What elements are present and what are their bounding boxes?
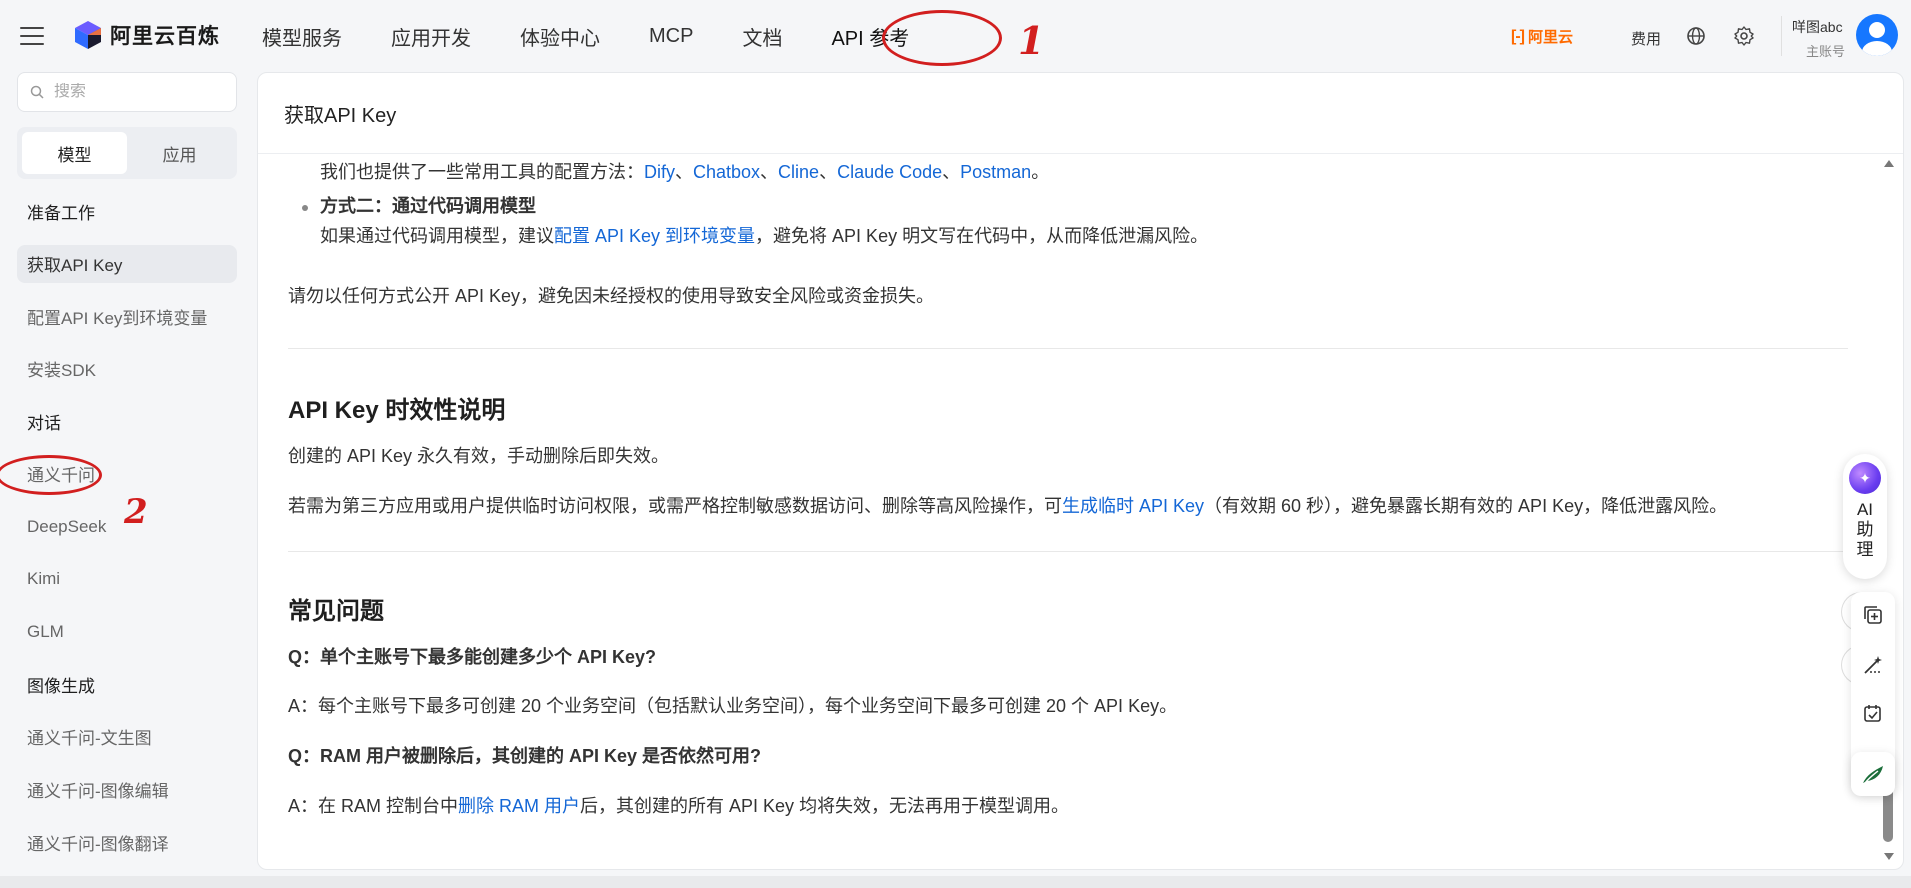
- sidebar-item-kimi[interactable]: Kimi: [17, 560, 237, 598]
- method2-text-a: 如果通过代码调用模型，建议: [320, 226, 554, 246]
- sep: 、: [760, 162, 779, 182]
- copy-add-icon[interactable]: [1862, 604, 1884, 626]
- main-panel: 获取API Key 我们也提供了一些常用工具的配置方法：Dify、Chatbox…: [257, 72, 1904, 870]
- faq-q1: Q：单个主账号下最多能创建多少个 API Key?: [288, 647, 657, 667]
- method2-title: 方式二：通过代码调用模型: [320, 196, 536, 216]
- sidebar-item-config-env[interactable]: 配置API Key到环境变量: [17, 297, 237, 335]
- nav-model-service[interactable]: 模型服务: [262, 0, 342, 72]
- period: 。: [1031, 162, 1050, 182]
- sep: 、: [819, 162, 838, 182]
- sep: 、: [942, 162, 961, 182]
- user-avatar-icon: [1862, 22, 1892, 56]
- method2-paragraph: 如果通过代码调用模型，建议配置 API Key 到环境变量，避免将 API Ke…: [320, 223, 1208, 249]
- avatar[interactable]: [1856, 14, 1898, 56]
- validity-p2-text-b: （有效期 60 秒），避免暴露长期有效的 API Key，降低泄露风险。: [1204, 496, 1728, 516]
- leaf-icon: [1863, 766, 1883, 784]
- page-title: 获取API Key: [258, 73, 1903, 154]
- faq-a2: A：在 RAM 控制台中删除 RAM 用户后，其创建的所有 API Key 均将…: [288, 793, 1069, 819]
- link-cline[interactable]: Cline: [778, 162, 819, 182]
- faq-heading: 常见问题: [288, 598, 384, 625]
- top-bar: 阿里云百炼 模型服务 应用开发 体验中心 MCP 文档 API 参考 1 [-]…: [0, 0, 1911, 72]
- nav-docs[interactable]: 文档: [742, 0, 782, 72]
- faq-a2-text-a: A：在 RAM 控制台中: [288, 796, 459, 816]
- user-name[interactable]: 咩图abc: [1792, 17, 1843, 37]
- brand-logo[interactable]: 阿里云百炼: [74, 20, 220, 50]
- link-delete-ram-user[interactable]: 删除 RAM 用户: [458, 796, 580, 816]
- calendar-check-icon[interactable]: [1862, 702, 1884, 724]
- tools-intro: 我们也提供了一些常用工具的配置方法：: [320, 162, 644, 182]
- globe-icon[interactable]: [1685, 25, 1707, 47]
- sidebar-item-qwen[interactable]: 通义千问: [17, 455, 237, 493]
- search-icon: [30, 85, 44, 99]
- segment-app[interactable]: 应用: [127, 132, 232, 174]
- method2-text-b: ，避免将 API Key 明文写在代码中，从而降低泄漏风险。: [755, 226, 1209, 246]
- window-bottom-bar: [0, 876, 1911, 888]
- sep: 、: [675, 162, 693, 182]
- aliyun-badge[interactable]: [-] 阿里云: [1511, 26, 1573, 47]
- user-role: 主账号: [1806, 44, 1846, 59]
- nav-mcp[interactable]: MCP: [649, 0, 693, 72]
- segment-model[interactable]: 模型: [22, 132, 127, 174]
- validity-p2: 若需为第三方应用或用户提供临时访问权限，或需严格控制敏感数据访问、删除等高风险操…: [288, 493, 1727, 519]
- sidebar-item-qwen-image-translate[interactable]: 通义千问-图像翻译: [17, 823, 237, 861]
- sidebar-item-deepseek[interactable]: DeepSeek: [17, 508, 237, 546]
- nav-experience-center[interactable]: 体验中心: [520, 0, 600, 72]
- sidebar-item-glm[interactable]: GLM: [17, 613, 237, 651]
- link-config-env[interactable]: 配置 API Key 到环境变量: [554, 226, 755, 246]
- sidebar-item-install-sdk[interactable]: 安装SDK: [17, 350, 237, 388]
- sidebar-group-prep[interactable]: 准备工作: [17, 192, 237, 230]
- aliyun-logo-icon: [-]: [1511, 27, 1525, 45]
- faq-a2-text-b: 后，其创建的所有 API Key 均将失效，无法再用于模型调用。: [580, 796, 1070, 816]
- sidebar-item-qwen-image-edit[interactable]: 通义千问-图像编辑: [17, 771, 237, 809]
- scroll-up-arrow-icon[interactable]: [1884, 160, 1894, 167]
- faq-a1: A：每个主账号下最多可创建 20 个业务空间（包括默认业务空间），每个业务空间下…: [288, 696, 1178, 716]
- link-chatbox[interactable]: Chatbox: [693, 162, 760, 182]
- segment-control: 模型 应用: [17, 127, 237, 179]
- validity-p2-text-a: 若需为第三方应用或用户提供临时访问权限，或需严格控制敏感数据访问、删除等高风险操…: [288, 496, 1062, 516]
- menu-icon[interactable]: [20, 27, 44, 45]
- sidebar: 模型 应用 准备工作 获取API Key 配置API Key到环境变量 安装SD…: [0, 72, 254, 882]
- sidebar-group-image-gen[interactable]: 图像生成: [17, 665, 237, 703]
- gear-icon[interactable]: [1733, 25, 1755, 47]
- link-dify[interactable]: Dify: [644, 162, 675, 182]
- validity-heading: API Key 时效性说明: [288, 397, 506, 424]
- top-nav: 模型服务 应用开发 体验中心 MCP 文档 API 参考: [262, 0, 909, 72]
- nav-api-reference[interactable]: API 参考: [831, 0, 909, 72]
- sidebar-item-get-api-key[interactable]: 获取API Key: [17, 244, 237, 283]
- bailian-logo-icon: [75, 21, 101, 49]
- sidebar-item-qwen-t2i[interactable]: 通义千问-文生图: [17, 718, 237, 756]
- faq-q2: Q：RAM 用户被删除后，其创建的 API Key 是否依然可用?: [288, 746, 762, 766]
- top-divider: [1781, 16, 1782, 56]
- magic-wand-icon[interactable]: [1862, 654, 1884, 676]
- link-temp-api-key[interactable]: 生成临时 API Key: [1062, 496, 1204, 516]
- ai-assistant-label: AI助理: [1856, 500, 1874, 559]
- ai-assistant-button[interactable]: ✦ AI助理: [1843, 454, 1887, 579]
- search-input[interactable]: [54, 83, 224, 101]
- tools-paragraph: 我们也提供了一些常用工具的配置方法：Dify、Chatbox、Cline、Cla…: [320, 159, 1049, 185]
- divider: [288, 348, 1848, 349]
- link-claude-code[interactable]: Claude Code: [837, 162, 942, 182]
- warning-text: 请勿以任何方式公开 API Key，避免因未经授权的使用导致安全风险或资金损失。: [288, 286, 935, 306]
- nav-app-dev[interactable]: 应用开发: [391, 0, 471, 72]
- doc-content: 我们也提供了一些常用工具的配置方法：Dify、Chatbox、Cline、Cla…: [288, 154, 1848, 869]
- link-postman[interactable]: Postman: [960, 162, 1031, 182]
- sidebar-group-chat[interactable]: 对话: [17, 402, 237, 440]
- search-box[interactable]: [17, 72, 237, 112]
- validity-p1: 创建的 API Key 永久有效，手动删除后即失效。: [288, 446, 670, 466]
- sparkle-icon: ✦: [1849, 462, 1881, 494]
- bullet-dot: [302, 205, 308, 211]
- sidebar-nav: 准备工作 获取API Key 配置API Key到环境变量 安装SDK 对话 通…: [17, 192, 237, 876]
- divider: [288, 551, 1848, 552]
- scroll-down-arrow-icon[interactable]: [1884, 853, 1894, 860]
- feedback-button[interactable]: [1851, 752, 1895, 796]
- annotation-number-1: 1: [1018, 18, 1045, 63]
- fee-link[interactable]: 费用: [1631, 28, 1661, 49]
- brand-name: 阿里云百炼: [110, 25, 220, 48]
- aliyun-label: 阿里云: [1527, 29, 1573, 46]
